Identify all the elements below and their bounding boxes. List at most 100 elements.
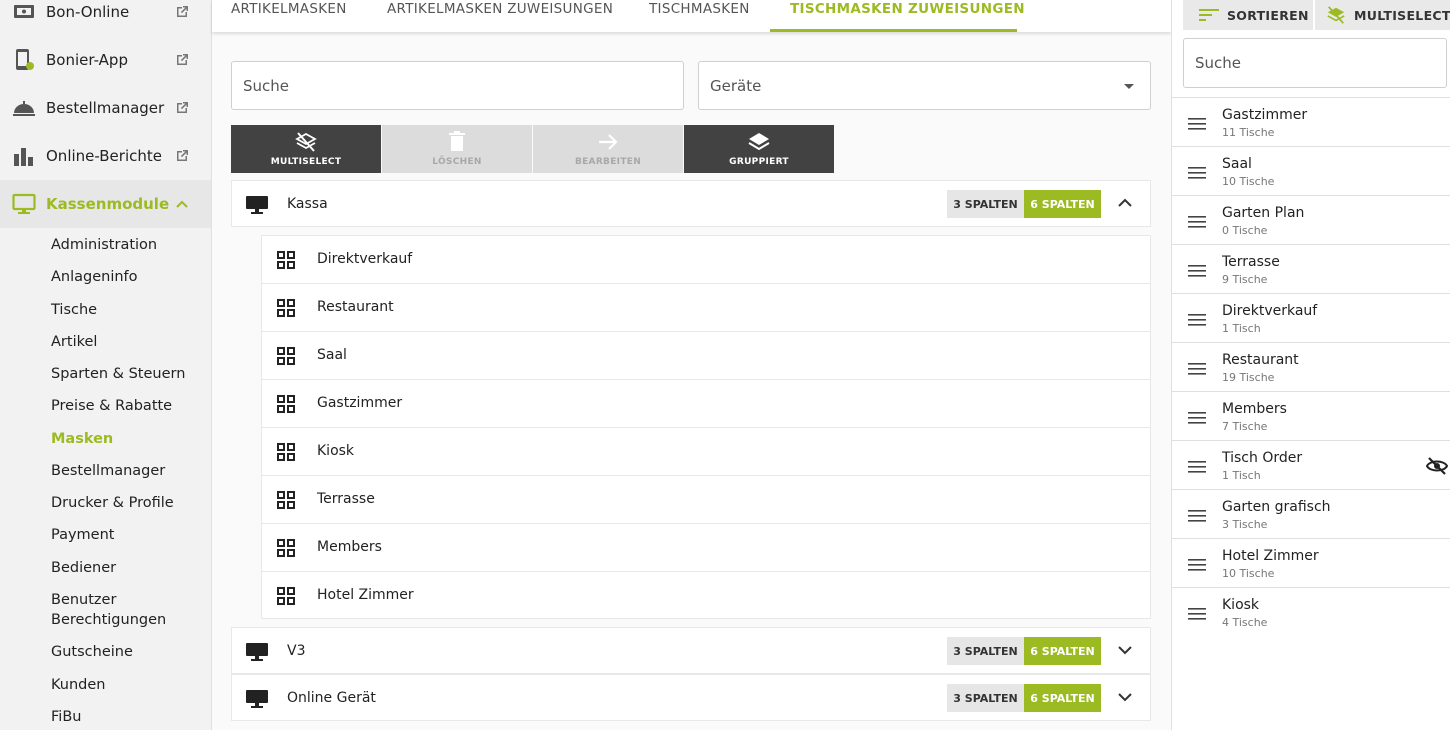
drag-handle-icon[interactable] [1188, 461, 1206, 473]
drag-handle-icon[interactable] [1188, 118, 1206, 130]
device-group-name: Online Gerät [287, 690, 376, 706]
bon-online-icon [12, 0, 36, 24]
sidebar-link-bon-online[interactable]: Bon-Online [0, 0, 211, 36]
tab-artikelmasken-zuweisungen[interactable]: ARTIKELMASKEN ZUWEISUNGEN [387, 0, 613, 32]
edit-button[interactable]: BEARBEITEN [533, 125, 683, 173]
mask-row[interactable]: Hotel Zimmer [262, 572, 1150, 620]
list-item[interactable]: Garten grafisch 3 Tische [1172, 490, 1450, 539]
column-toggle: 3 SPALTEN 6 SPALTEN [947, 637, 1101, 665]
list-item[interactable]: Kiosk 4 Tische [1172, 588, 1450, 637]
sidebar-subitem-payment[interactable]: Payment [51, 525, 114, 545]
panel-search-input[interactable]: Suche [1183, 38, 1447, 88]
drag-handle-icon[interactable] [1188, 265, 1206, 277]
multiselect-icon [1327, 6, 1345, 24]
list-item[interactable]: Hotel Zimmer 10 Tische [1172, 539, 1450, 588]
search-placeholder: Suche [243, 77, 290, 95]
six-columns-button[interactable]: 6 SPALTEN [1024, 190, 1101, 218]
active-tab-indicator [770, 29, 1017, 32]
chevron-down-icon[interactable] [1118, 645, 1132, 655]
eye-off-icon[interactable] [1426, 456, 1448, 476]
three-columns-button[interactable]: 3 SPALTEN [947, 684, 1024, 712]
list-item[interactable]: Members 7 Tische [1172, 392, 1450, 441]
list-item[interactable]: Gastzimmer 11 Tische [1172, 98, 1450, 147]
multiselect-toggle-button[interactable]: MULTISELECT [1315, 0, 1450, 30]
mask-row[interactable]: Direktverkauf [262, 236, 1150, 284]
sidebar-link-label: Online-Berichte [46, 147, 162, 165]
chevron-up-icon[interactable] [174, 196, 190, 212]
sidebar-subitem-drucker-profile[interactable]: Drucker & Profile [51, 493, 174, 513]
mask-row[interactable]: Saal [262, 332, 1150, 380]
grid-icon [277, 491, 295, 509]
drag-handle-icon[interactable] [1188, 216, 1206, 228]
search-input[interactable]: Suche [231, 61, 684, 110]
sidebar-link-bonier-app[interactable]: Bonier-App [0, 36, 211, 84]
list-item[interactable]: Saal 10 Tische [1172, 147, 1450, 196]
chevron-down-icon[interactable] [1118, 692, 1132, 702]
table-mask-panel: SORTIEREN MULTISELECT Suche Gastzimmer 1… [1171, 0, 1450, 730]
sidebar-link-label: Bon-Online [46, 3, 130, 21]
multiselect-button[interactable]: MULTISELECT [231, 125, 381, 173]
main-content: ARTIKELMASKEN ARTIKELMASKEN ZUWEISUNGEN … [212, 0, 1171, 730]
sidebar-subitem-sparten-steuern[interactable]: Sparten & Steuern [51, 364, 185, 384]
list-item[interactable]: Terrasse 9 Tische [1172, 245, 1450, 294]
delete-button[interactable]: LÖSCHEN [382, 125, 532, 173]
list-item[interactable]: Direktverkauf 1 Tisch [1172, 294, 1450, 343]
tab-tischmasken-zuweisungen[interactable]: TISCHMASKEN ZUWEISUNGEN [790, 0, 1025, 32]
sort-button[interactable]: SORTIEREN [1183, 0, 1313, 30]
tab-artikelmasken[interactable]: ARTIKELMASKEN [231, 0, 347, 32]
sidebar-subitem-preise-rabatte[interactable]: Preise & Rabatte [51, 396, 172, 416]
device-select[interactable]: Geräte [698, 61, 1151, 110]
device-group-online-geraet[interactable]: Online Gerät 3 SPALTEN 6 SPALTEN [231, 674, 1151, 721]
sidebar-link-label: Bonier-App [46, 51, 128, 69]
list-item[interactable]: Garten Plan 0 Tische [1172, 196, 1450, 245]
three-columns-button[interactable]: 3 SPALTEN [947, 637, 1024, 665]
chevron-up-icon[interactable] [1118, 198, 1132, 208]
mask-row[interactable]: Members [262, 524, 1150, 572]
sidebar-subitem-fibu[interactable]: FiBu [51, 707, 81, 727]
drag-handle-icon[interactable] [1188, 559, 1206, 571]
grouped-button[interactable]: GRUPPIERT [684, 125, 834, 173]
mask-row[interactable]: Terrasse [262, 476, 1150, 524]
device-group-kassa[interactable]: Kassa 3 SPALTEN 6 SPALTEN [231, 180, 1151, 227]
six-columns-button[interactable]: 6 SPALTEN [1024, 637, 1101, 665]
six-columns-button[interactable]: 6 SPALTEN [1024, 684, 1101, 712]
list-item[interactable]: Tisch Order 1 Tisch [1172, 441, 1450, 490]
cloche-icon [12, 96, 36, 120]
sidebar-subitem-tische[interactable]: Tische [51, 300, 97, 320]
sidebar-subitem-masken[interactable]: Masken [51, 429, 113, 449]
device-select-label: Geräte [710, 77, 762, 95]
sidebar-link-bestellmanager[interactable]: Bestellmanager [0, 84, 211, 132]
sidebar-subitem-administration[interactable]: Administration [51, 235, 157, 255]
sidebar-subitem-benutzer-berechtigungen[interactable]: Benutzer Berechtigungen [51, 590, 166, 630]
drag-handle-icon[interactable] [1188, 510, 1206, 522]
sidebar: Bon-Online Bonier-App Bestellmanager Onl… [0, 0, 212, 730]
sidebar-subitem-kunden[interactable]: Kunden [51, 675, 105, 695]
grid-icon [277, 443, 295, 461]
sidebar-link-label: Kassenmodule [46, 195, 170, 213]
device-group-v3[interactable]: V3 3 SPALTEN 6 SPALTEN [231, 627, 1151, 674]
drag-handle-icon[interactable] [1188, 412, 1206, 424]
three-columns-button[interactable]: 3 SPALTEN [947, 190, 1024, 218]
table-mask-list: Gastzimmer 11 Tische Saal 10 Tische Gart… [1172, 97, 1450, 629]
list-item[interactable]: Restaurant 19 Tische [1172, 343, 1450, 392]
tab-tischmasken[interactable]: TISCHMASKEN [649, 0, 750, 32]
mask-row[interactable]: Restaurant [262, 284, 1150, 332]
sidebar-subitem-bestellmanager[interactable]: Bestellmanager [51, 461, 165, 481]
mask-label: Saal [317, 347, 347, 363]
sidebar-subitem-artikel[interactable]: Artikel [51, 332, 97, 352]
device-group-name: Kassa [287, 196, 328, 212]
drag-handle-icon[interactable] [1188, 167, 1206, 179]
drag-handle-icon[interactable] [1188, 314, 1206, 326]
drag-handle-icon[interactable] [1188, 363, 1206, 375]
mask-list: Direktverkauf Restaurant Saal Gastzimmer… [261, 235, 1151, 619]
mask-label: Gastzimmer [317, 395, 403, 411]
mask-row[interactable]: Kiosk [262, 428, 1150, 476]
mask-label: Members [317, 539, 382, 555]
sidebar-subitem-bediener[interactable]: Bediener [51, 558, 116, 578]
sidebar-link-online-berichte[interactable]: Online-Berichte [0, 132, 211, 180]
mask-row[interactable]: Gastzimmer [262, 380, 1150, 428]
drag-handle-icon[interactable] [1188, 608, 1206, 620]
sidebar-link-kassenmodule[interactable]: Kassenmodule [0, 180, 211, 228]
sidebar-subitem-anlageninfo[interactable]: Anlageninfo [51, 267, 138, 287]
sidebar-subitem-gutscheine[interactable]: Gutscheine [51, 642, 133, 662]
